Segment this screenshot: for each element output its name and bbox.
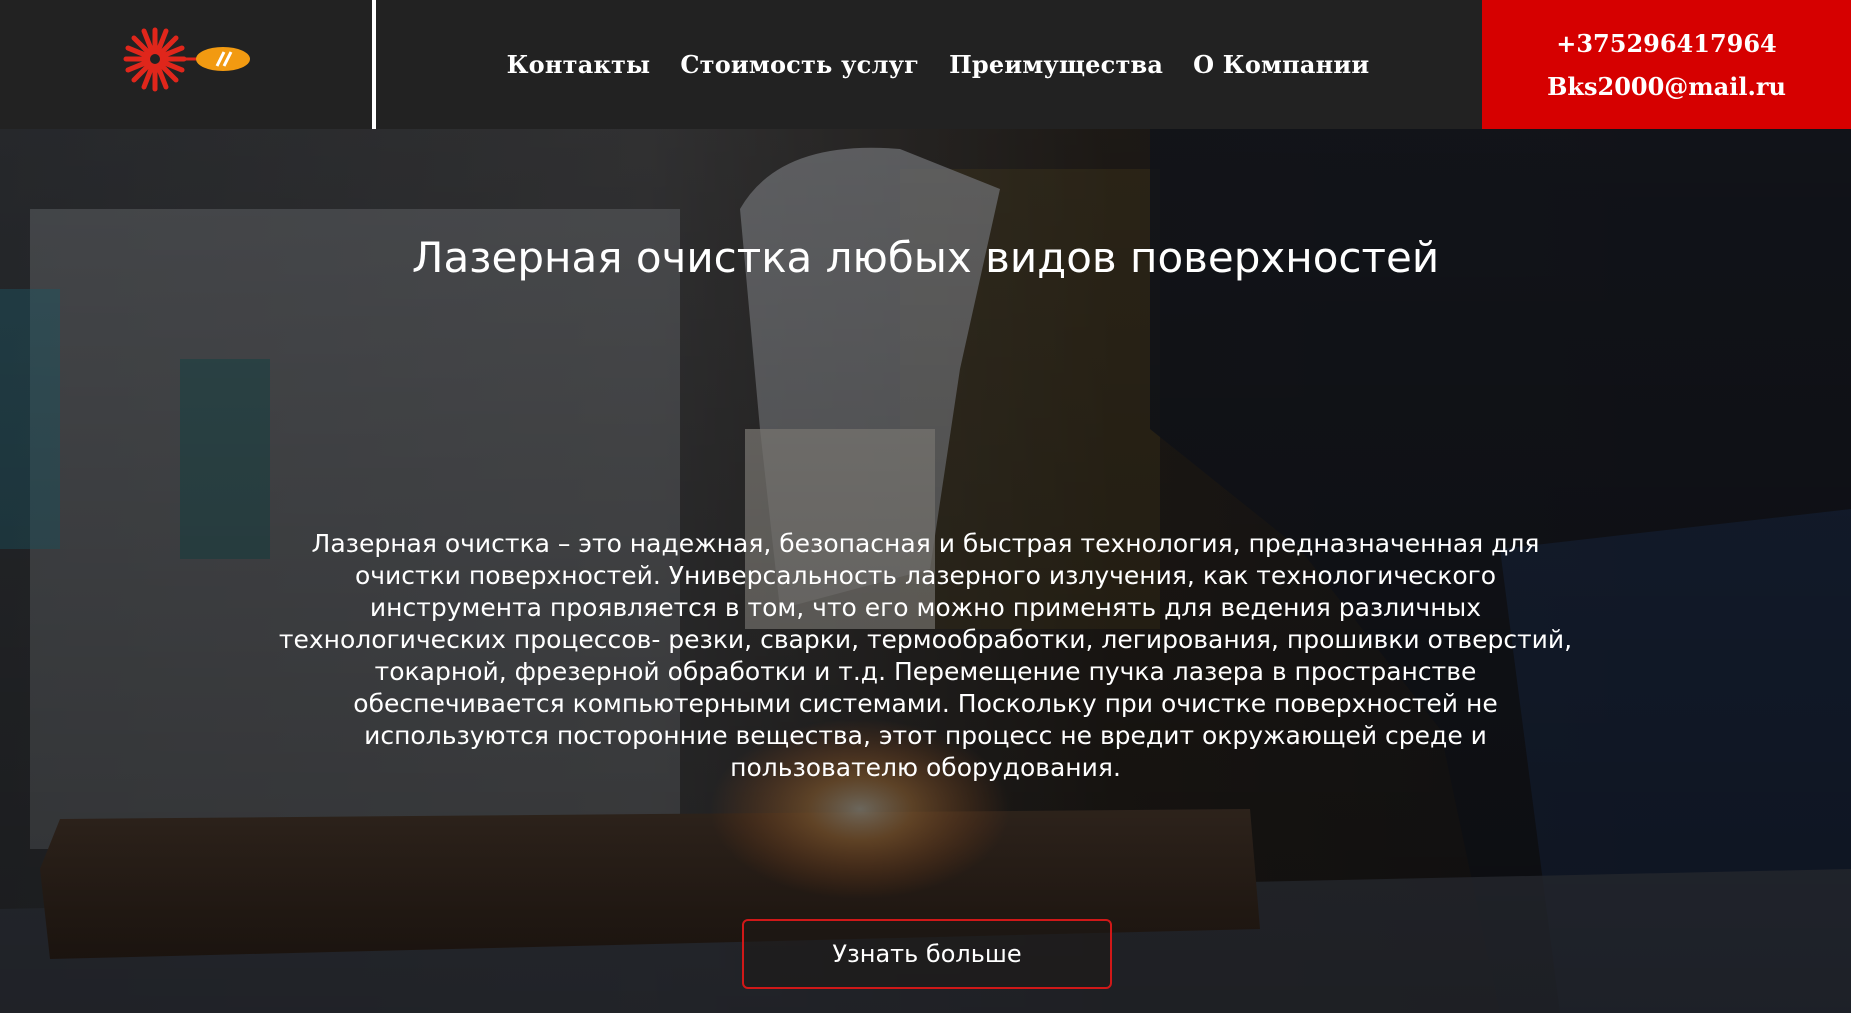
- laser-logo-icon[interactable]: [120, 22, 255, 97]
- hero-section: Лазерная очистка любых видов поверхносте…: [0, 129, 1851, 1013]
- hero-description: Лазерная очистка – это надежная, безопас…: [278, 529, 1573, 782]
- main-nav: Контакты Стоимость услуг Преимущества О …: [376, 0, 1482, 129]
- nav-contacts[interactable]: Контакты: [507, 50, 651, 79]
- nav-pricing[interactable]: Стоимость услуг: [680, 50, 919, 79]
- hero-title: Лазерная очистка любых видов поверхносте…: [411, 233, 1440, 282]
- nav-advantages[interactable]: Преимущества: [949, 50, 1163, 79]
- contact-box: +375296417964 Bks2000@mail.ru: [1482, 0, 1851, 129]
- nav-about[interactable]: О Компании: [1193, 50, 1369, 79]
- phone-link[interactable]: +375296417964: [1556, 29, 1777, 58]
- learn-more-button[interactable]: Узнать больше: [742, 919, 1112, 989]
- email-link[interactable]: Bks2000@mail.ru: [1547, 72, 1786, 101]
- site-header: Контакты Стоимость услуг Преимущества О …: [0, 0, 1851, 129]
- logo-area: [0, 0, 376, 129]
